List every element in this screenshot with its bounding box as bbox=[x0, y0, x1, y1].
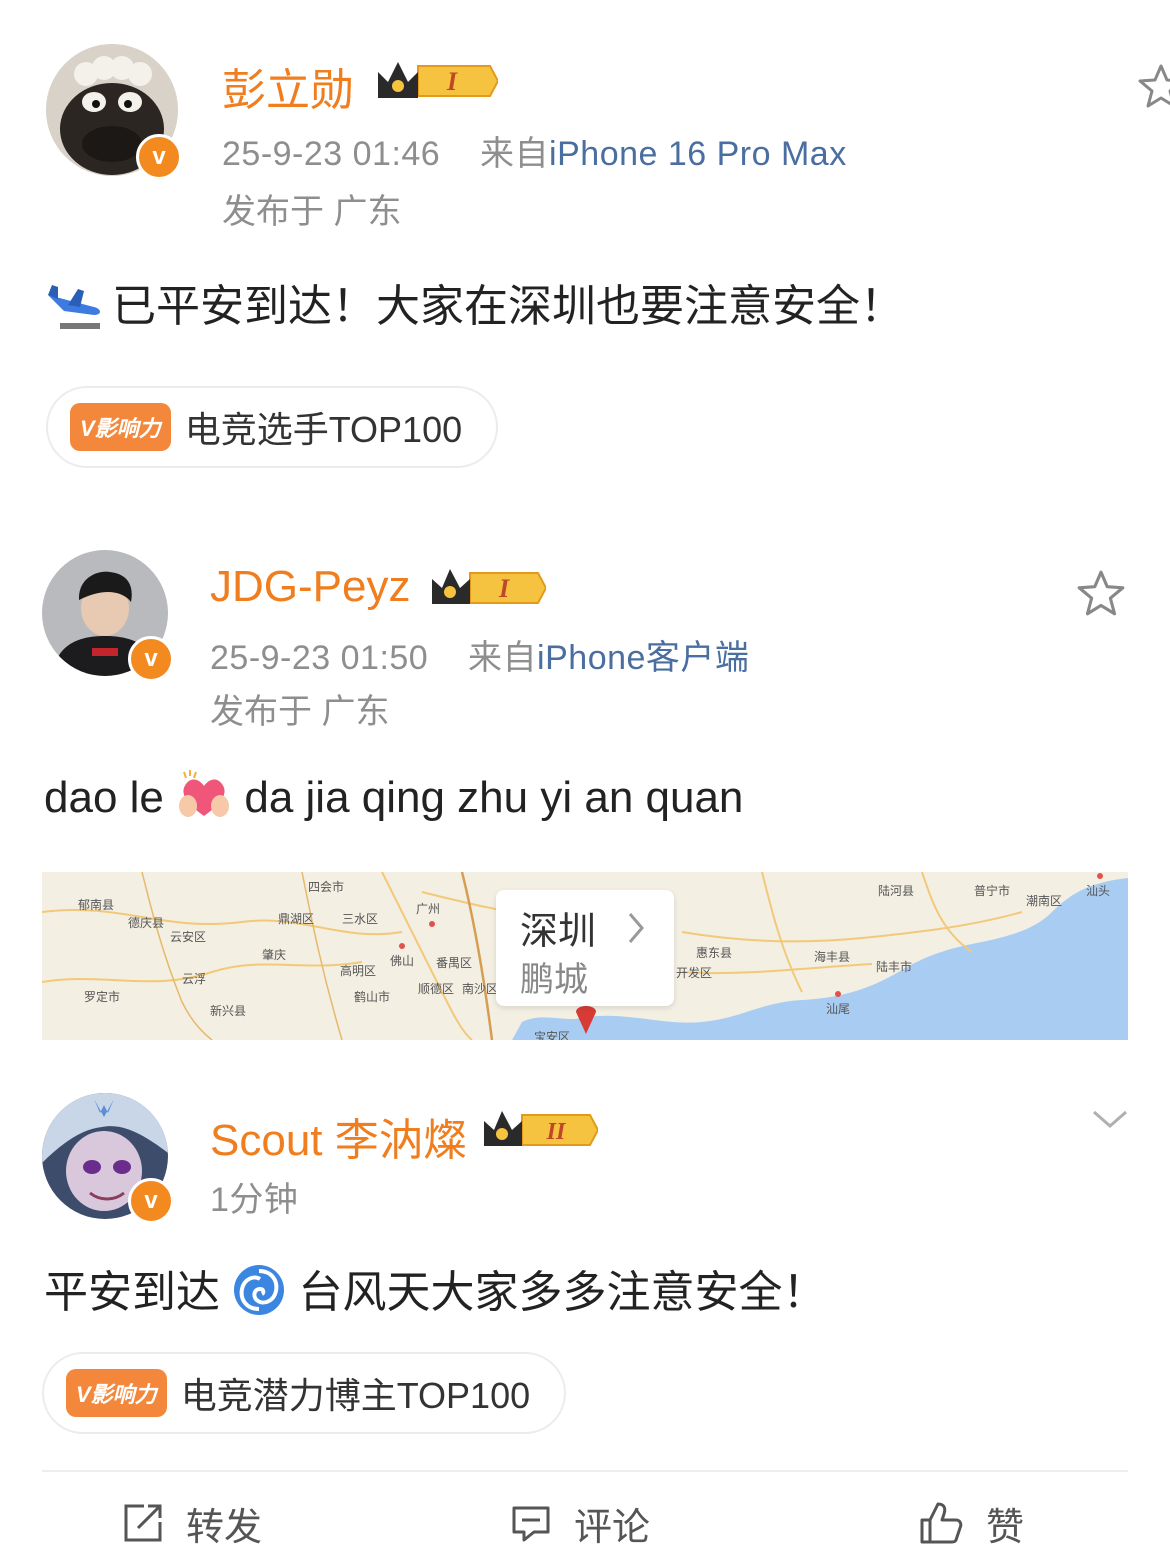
map-label: 云安区 bbox=[170, 930, 207, 944]
post-location: 发布于 广东 bbox=[210, 693, 390, 731]
post-meta: 25-9-23 01:50 来自iPhone客户端 bbox=[210, 630, 749, 679]
post-text-after: da jia qing zhu yi an quan bbox=[244, 773, 744, 822]
map-label: 潮南区 bbox=[1026, 894, 1063, 908]
map-label: 鼎湖区 bbox=[278, 912, 315, 926]
map-label: 番禺区 bbox=[436, 956, 473, 970]
cyclone-icon bbox=[234, 1265, 285, 1315]
divider bbox=[42, 1470, 1128, 1472]
post-content: 平安到达 台风天大家多多注意安全！ bbox=[44, 1256, 826, 1320]
post-meta: 25-9-23 01:46 来自iPhone 16 Pro Max bbox=[222, 126, 847, 175]
influence-pill[interactable]: V影响力 电竞潜力博主TOP100 bbox=[42, 1352, 567, 1434]
level-label: II bbox=[546, 1119, 567, 1145]
verified-badge-icon: v bbox=[128, 636, 174, 682]
post-time: 25-9-23 01:50 bbox=[210, 639, 429, 677]
map-label: 惠东县 bbox=[696, 946, 733, 960]
post-text-before: 平安到达 bbox=[44, 1268, 220, 1317]
map-label: 陆河县 bbox=[878, 884, 915, 898]
device-link[interactable]: iPhone客户端 bbox=[537, 639, 749, 677]
map-label: 南沙区 bbox=[462, 982, 499, 996]
like-label: 赞 bbox=[986, 1506, 1025, 1549]
comment-button[interactable]: 评论 bbox=[510, 1495, 650, 1551]
airplane-icon bbox=[48, 285, 100, 329]
post-text: 已平安到达！大家在深圳也要注意安全！ bbox=[112, 282, 904, 331]
post-time: 1分钟 bbox=[210, 1181, 299, 1219]
from-label: 来自 bbox=[480, 135, 550, 173]
map-label: 开发区 bbox=[676, 966, 713, 980]
map-label: 普宁市 bbox=[974, 884, 1011, 898]
map-location-card[interactable]: 深圳 鹏城 bbox=[496, 890, 674, 1006]
post-location: 发布于 广东 bbox=[222, 193, 402, 231]
member-crown-icon[interactable]: I bbox=[374, 58, 498, 104]
comment-label: 评论 bbox=[574, 1506, 651, 1549]
influence-tag: V影响力 bbox=[70, 403, 171, 451]
chevron-down-icon[interactable] bbox=[1090, 1104, 1130, 1134]
map-label: 罗定市 bbox=[84, 990, 121, 1004]
favorite-star-icon[interactable] bbox=[1136, 62, 1170, 112]
map-label: 郁南县 bbox=[78, 898, 115, 912]
level-label: I bbox=[446, 67, 458, 96]
member-crown-icon[interactable]: I bbox=[428, 566, 546, 610]
influence-text: 电竞潜力博主TOP100 bbox=[180, 1375, 531, 1416]
verified-badge-icon: v bbox=[128, 1178, 174, 1224]
map-label: 汕头 bbox=[1086, 884, 1111, 898]
verified-badge-icon: v bbox=[136, 134, 182, 180]
heart-hands-icon bbox=[179, 770, 230, 817]
map-label: 陆丰市 bbox=[876, 960, 913, 974]
post-text-before: dao le bbox=[44, 773, 164, 822]
post-content: dao le da jia qing zhu yi an quan bbox=[44, 766, 743, 823]
from-label: 来自 bbox=[468, 639, 538, 677]
map-label: 新兴县 bbox=[210, 1004, 247, 1018]
map-label: 海丰县 bbox=[814, 950, 851, 964]
map-district: 鹏城 bbox=[520, 960, 588, 1000]
repost-label: 转发 bbox=[186, 1506, 263, 1549]
member-crown-icon[interactable]: II bbox=[480, 1108, 598, 1152]
location-map[interactable]: 郁南县 德庆县 云安区 云浮 罗定市 新兴县 四会市 鼎湖区 三水区 肇庆 高明… bbox=[42, 872, 1128, 1040]
influence-tag: V影响力 bbox=[66, 1369, 167, 1417]
chevron-right-icon bbox=[628, 913, 644, 943]
map-label: 汕尾 bbox=[826, 1002, 851, 1016]
level-label: I bbox=[498, 574, 510, 603]
map-label: 广州 bbox=[416, 902, 441, 916]
username[interactable]: JDG-Peyz bbox=[210, 562, 410, 612]
map-label: 德庆县 bbox=[128, 916, 165, 930]
influence-pill[interactable]: V影响力 电竞选手TOP100 bbox=[46, 386, 499, 468]
repost-icon bbox=[124, 1504, 162, 1542]
like-button[interactable]: 赞 bbox=[918, 1495, 1024, 1551]
post-content: 已平安到达！大家在深圳也要注意安全！ bbox=[44, 270, 904, 335]
map-label: 四会市 bbox=[308, 880, 345, 894]
map-label: 鹤山市 bbox=[354, 990, 391, 1004]
favorite-star-icon[interactable] bbox=[1075, 568, 1127, 620]
post-text-after: 台风天大家多多注意安全！ bbox=[298, 1268, 827, 1317]
username[interactable]: 彭立勋 bbox=[222, 54, 354, 118]
repost-button[interactable]: 转发 bbox=[122, 1495, 262, 1551]
thumbs-up-icon bbox=[920, 1502, 963, 1544]
map-label: 顺德区 bbox=[418, 982, 455, 996]
map-label: 肇庆 bbox=[262, 948, 287, 962]
influence-text: 电竞选手TOP100 bbox=[184, 409, 463, 450]
map-label: 云浮 bbox=[182, 972, 207, 986]
device-link[interactable]: iPhone 16 Pro Max bbox=[549, 135, 847, 173]
username[interactable]: Scout 李汭燦 bbox=[210, 1104, 467, 1168]
post-time: 25-9-23 01:46 bbox=[222, 135, 441, 173]
map-label: 三水区 bbox=[342, 912, 379, 926]
map-label: 宝安区 bbox=[534, 1030, 571, 1040]
map-city: 深圳 bbox=[520, 909, 597, 953]
map-label: 佛山 bbox=[390, 954, 415, 968]
map-label: 高明区 bbox=[340, 964, 377, 978]
comment-icon bbox=[512, 1506, 550, 1542]
